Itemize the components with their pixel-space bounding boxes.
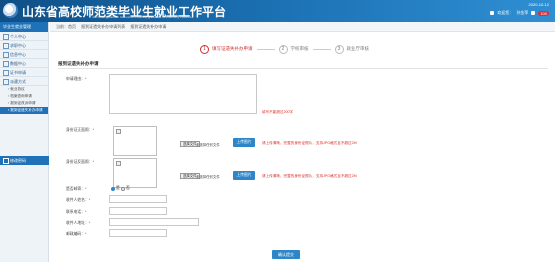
radio-label: 是 xyxy=(116,186,120,190)
reason-textarea[interactable] xyxy=(109,74,257,114)
send-yes-radio[interactable]: 是 xyxy=(111,186,120,191)
sidebar-sub-lost-reissue[interactable]: 报到证遗失补办申请 xyxy=(0,107,48,114)
step-number: 3 xyxy=(334,44,344,54)
step-school: 2 学校审核 xyxy=(278,44,309,54)
sidebar-item-password[interactable]: 修改密码 xyxy=(0,156,49,165)
step-fill: 1 填写证遗失补办申请 xyxy=(200,44,253,54)
radio-label: 否 xyxy=(126,186,130,190)
id-back-preview xyxy=(113,158,157,188)
message-badge[interactable]: 100 xyxy=(538,10,549,16)
id-front-hint: 请上传清晰、完整的身份证照片，支持JPG格式且不超过2M xyxy=(262,141,357,145)
postcode-label: 邮政编码：* xyxy=(66,232,87,236)
id-front-upload-button[interactable]: 上传图片 xyxy=(233,138,255,147)
id-back-upload-button[interactable]: 上传图片 xyxy=(233,171,255,180)
app-header: 山东省高校师范类毕业生就业工作平台 Job hunting platform f… xyxy=(0,0,555,22)
sidebar-header: 毕业生就业管理 xyxy=(0,22,48,32)
id-front-preview xyxy=(113,126,157,156)
step-bureau: 3 就业厅审核 xyxy=(334,44,370,54)
id-front-file-status: 未选择任何文件 xyxy=(196,143,220,147)
address-label: 收件人地址：* xyxy=(66,221,91,225)
welcome-label: 欢迎您： xyxy=(497,10,514,15)
phone-input[interactable] xyxy=(109,207,167,215)
address-input[interactable] xyxy=(109,218,199,226)
breadcrumb: 当前：首页 报到证遗失补办申请列表 报到证遗失补办申请 xyxy=(50,22,555,32)
breadcrumb-current: 报到证遗失补办申请 xyxy=(130,24,167,29)
receiver-input[interactable] xyxy=(109,195,167,203)
radio-dot[interactable] xyxy=(121,186,125,191)
reason-hint: 填写不能超过200字 xyxy=(262,110,294,114)
breadcrumb-list[interactable]: 报到证遗失补办申请列表 xyxy=(81,24,125,29)
id-back-file-status: 未选择任何文件 xyxy=(196,175,220,179)
broken-image-icon xyxy=(116,129,121,134)
sidebar-sub-agreement[interactable]: 就业协议 xyxy=(0,86,48,93)
breadcrumb-home[interactable]: 当前：首页 xyxy=(56,24,76,29)
phone-label: 联系电话：* xyxy=(66,210,87,214)
sidebar-item-data[interactable]: 数据中心 xyxy=(0,59,48,68)
user-name[interactable]: 孙金萍 xyxy=(516,10,528,16)
progress-steps: 1 填写证遗失补办申请 2 学校审核 3 就业厅审核 xyxy=(200,43,369,55)
postcode-input[interactable] xyxy=(109,229,167,237)
id-back-hint: 请上传清晰、完整的身份证照片，支持JPG格式且不超过2M xyxy=(262,174,357,178)
sidebar-sub-archive[interactable]: 档案查询申请 xyxy=(0,93,48,100)
step-label: 学校审核 xyxy=(290,46,309,51)
user-icon xyxy=(490,11,495,15)
form-section-title: 报到证遗失补办申请 xyxy=(58,61,99,66)
sidebar-item-dispatch[interactable]: 派遣方式 xyxy=(0,77,48,86)
step-number: 1 xyxy=(200,44,209,54)
id-front-label: 身份证正面照：* xyxy=(66,128,95,132)
broken-image-icon xyxy=(116,161,121,166)
header-user-area: 2020-10-12 欢迎您： 孙金萍 100 xyxy=(490,2,549,16)
radio-dot[interactable] xyxy=(111,186,115,191)
send-label: 是否邮寄：* xyxy=(66,187,87,191)
sidebar-item-personal[interactable]: 个人中心 xyxy=(0,32,48,41)
receiver-label: 收件人姓名：* xyxy=(66,198,91,202)
sidebar-item-certificate[interactable]: 证书申请 xyxy=(0,68,48,77)
message-icon[interactable] xyxy=(531,11,536,15)
header-date: 2020-10-12 xyxy=(528,2,549,7)
step-divider xyxy=(312,48,331,50)
sidebar-item-jobs[interactable]: 求职中心 xyxy=(0,41,48,50)
reason-label: 申请理由：* xyxy=(66,77,87,81)
step-number: 2 xyxy=(278,44,288,54)
university-logo xyxy=(3,3,18,18)
sidebar: 毕业生就业管理 个人中心 求职中心 信息中心 数据中心 证书申请 派遣方式 就业… xyxy=(0,22,49,262)
section-divider xyxy=(58,68,548,69)
send-no-radio[interactable]: 否 xyxy=(121,186,130,191)
sidebar-sub-reassign[interactable]: 报到证改派申请 xyxy=(0,100,48,107)
step-label: 填写证遗失补办申请 xyxy=(212,46,253,51)
step-divider xyxy=(256,48,275,50)
step-label: 就业厅审核 xyxy=(346,46,370,51)
submit-button[interactable]: 确认提交 xyxy=(272,250,300,259)
id-back-label: 身份证反面照：* xyxy=(66,160,95,164)
app-subtitle: Job hunting platform for normal universi… xyxy=(92,15,192,19)
sidebar-item-info[interactable]: 信息中心 xyxy=(0,50,48,59)
